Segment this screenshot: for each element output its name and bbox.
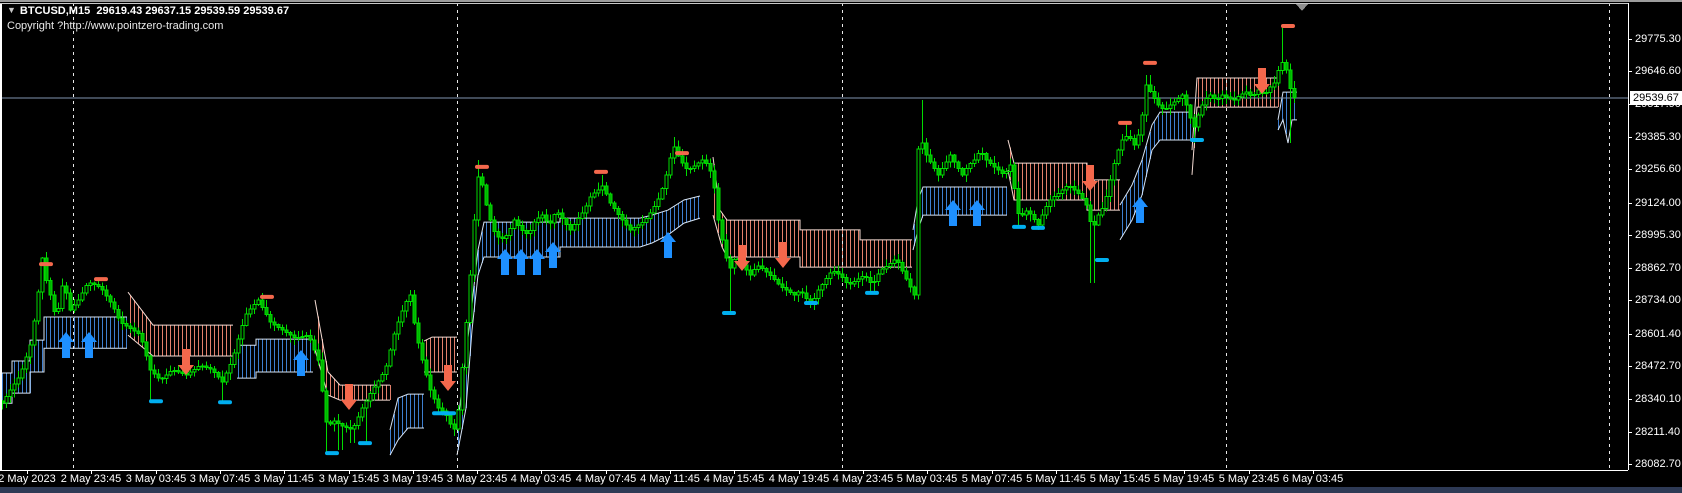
- time-axis-label: 4 May 23:45: [832, 473, 894, 485]
- time-axis-label: 4 May 11:45: [640, 473, 700, 485]
- time-axis-label: 2 May 2023: [0, 473, 56, 485]
- ohlc-open: 29619.43: [96, 5, 143, 17]
- price-axis-label: 28082.70: [1635, 458, 1681, 470]
- price-tick: [1628, 334, 1632, 335]
- swing-low-mark: [1012, 224, 1026, 229]
- price-axis-label: 29385.30: [1635, 131, 1681, 143]
- swing-high-mark: [675, 151, 689, 156]
- price-tick: [1628, 203, 1632, 204]
- swing-high-mark: [94, 277, 108, 282]
- time-axis-label: 3 May 07:45: [189, 473, 251, 485]
- time-axis-label: 4 May 15:45: [703, 473, 765, 485]
- price-axis-label: 28734.00: [1635, 294, 1681, 306]
- price-axis[interactable]: 29775.3029646.6029517.9029385.3029256.60…: [1628, 0, 1682, 470]
- symbol-period-label: BTCUSD,M15: [19, 5, 91, 17]
- swing-low-mark: [1031, 225, 1045, 230]
- price-tick: [1628, 432, 1632, 433]
- price-axis-label: 28472.70: [1635, 360, 1681, 372]
- swing-low-mark: [218, 400, 232, 405]
- time-axis-label: 4 May 03:45: [510, 473, 572, 485]
- time-axis-label: 5 May 07:45: [961, 473, 1023, 485]
- swing-high-mark: [260, 294, 274, 299]
- time-axis-label: 4 May 07:45: [575, 473, 637, 485]
- sell-arrow-icon: [1082, 165, 1098, 191]
- price-tick: [1628, 300, 1632, 301]
- time-axis-label: 5 May 03:45: [896, 473, 958, 485]
- time-axis[interactable]: 2 May 2023 2 May 23:45 3 May 03:45 3 May 07…: [0, 470, 1628, 487]
- time-axis-label: 5 May 19:45: [1153, 473, 1215, 485]
- price-axis-label: 28995.30: [1635, 229, 1681, 241]
- price-tick: [1628, 169, 1632, 170]
- time-axis-label: 3 May 19:45: [382, 473, 444, 485]
- sell-arrow-icon: [775, 242, 791, 268]
- swing-high-mark: [39, 262, 53, 267]
- swing-low-mark: [1095, 258, 1109, 262]
- sell-arrow-icon: [1254, 68, 1270, 94]
- ohlc-low: 29539.59: [194, 5, 241, 17]
- window-bottom-edge: [0, 487, 1682, 493]
- time-axis-label: 4 May 19:45: [768, 473, 830, 485]
- time-axis-label: 5 May 11:45: [1026, 473, 1086, 485]
- price-tick: [1628, 137, 1632, 138]
- price-axis-label: 28340.10: [1635, 393, 1681, 405]
- time-axis-label: 2 May 23:45: [60, 473, 122, 485]
- price-tick: [1628, 268, 1632, 269]
- chart-shift-marker-icon: [1296, 4, 1308, 11]
- mt4-chart-window: ▼ BTCUSD,M15 29619.43 29637.15 29539.59 2…: [0, 0, 1682, 493]
- ohlc-high: 29637.15: [145, 5, 192, 17]
- price-tick: [1628, 235, 1632, 236]
- price-axis-label: 28862.70: [1635, 262, 1681, 274]
- price-tick: [1628, 366, 1632, 367]
- swing-high-mark: [594, 169, 608, 174]
- time-axis-label: 3 May 15:45: [318, 473, 380, 485]
- time-axis-label: 5 May 23:45: [1218, 473, 1280, 485]
- price-axis-label: 29646.60: [1635, 65, 1681, 77]
- current-price-box: 29539.67: [1630, 91, 1682, 105]
- swing-low-mark: [1190, 138, 1204, 142]
- swing-high-mark: [1143, 60, 1157, 65]
- swing-high-mark: [1281, 24, 1295, 28]
- swing-high-mark: [475, 164, 489, 169]
- price-tick: [1628, 399, 1632, 400]
- swing-low-mark: [325, 451, 339, 456]
- price-axis-label: 29256.60: [1635, 163, 1681, 175]
- price-tick: [1628, 71, 1632, 72]
- ohlc-close: 29539.67: [243, 5, 290, 17]
- copyright-watermark: Copyright ?http://www.pointzero-trading.…: [7, 20, 224, 32]
- chart-title: ▼ BTCUSD,M15 29619.43 29637.15 29539.59 2…: [7, 5, 289, 17]
- swing-low-mark: [804, 301, 818, 305]
- time-axis-label: 3 May 23:45: [446, 473, 508, 485]
- price-chart-canvas[interactable]: [0, 0, 1682, 493]
- swing-low-mark: [442, 411, 456, 416]
- price-axis-label: 28211.40: [1635, 426, 1681, 438]
- time-axis-label: 5 May 15:45: [1089, 473, 1151, 485]
- buy-arrow-icon: [58, 332, 74, 358]
- swing-low-mark: [358, 441, 372, 446]
- price-tick: [1628, 39, 1632, 40]
- time-axis-label: 6 May 03:45: [1282, 473, 1344, 485]
- price-tick: [1628, 464, 1632, 465]
- price-axis-label: 28601.40: [1635, 328, 1681, 340]
- price-axis-label: 29775.30: [1635, 33, 1681, 45]
- symbol-dropdown-icon[interactable]: ▼: [7, 5, 16, 15]
- swing-high-mark: [1118, 120, 1132, 125]
- time-axis-label: 3 May 03:45: [125, 473, 187, 485]
- swing-low-mark: [722, 311, 736, 315]
- swing-low-mark: [865, 290, 879, 295]
- time-axis-label: 3 May 11:45: [254, 473, 314, 485]
- swing-low-mark: [149, 399, 163, 404]
- price-axis-label: 29124.00: [1635, 197, 1681, 209]
